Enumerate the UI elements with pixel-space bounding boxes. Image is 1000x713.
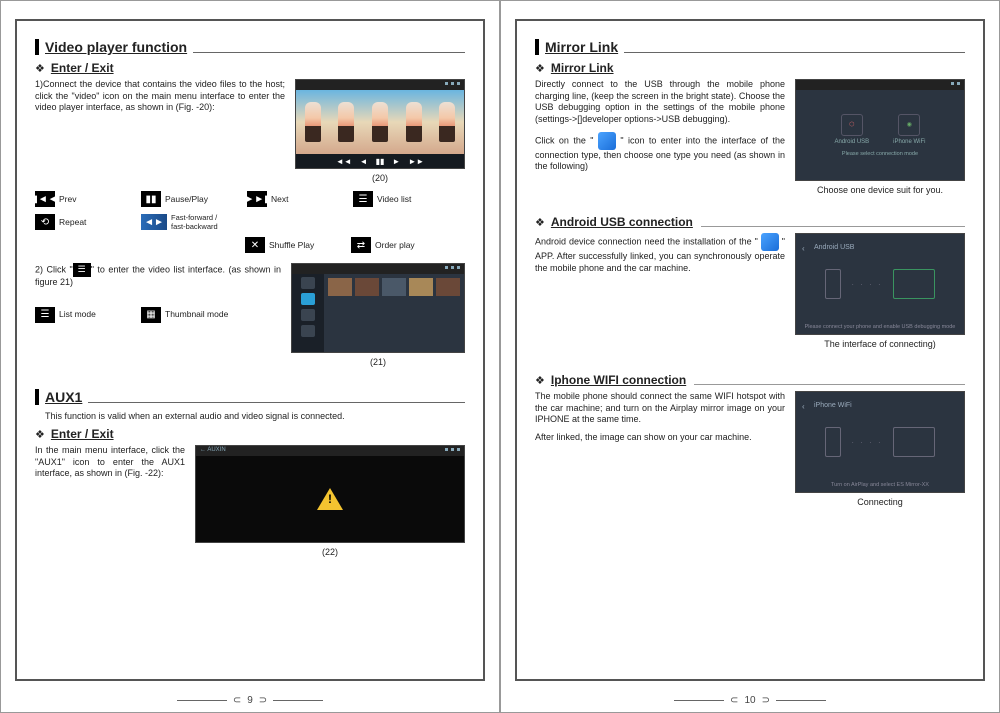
video-controls-bar: ◄◄◄▮▮►►► xyxy=(296,154,464,168)
list-inline-icon: ☰ xyxy=(73,263,91,277)
list-icon: ☰ xyxy=(353,191,373,207)
thumbmode-label: Thumbnail mode xyxy=(165,309,228,320)
page-left: Video player function ❖ Enter / Exit 1)C… xyxy=(0,0,500,713)
android-usb-screenshot: ‹ Android USB · · · · Please connect you… xyxy=(795,233,965,335)
section-video-player: Video player function xyxy=(35,39,465,55)
ff-label: Fast-forward / fast-backward xyxy=(171,213,231,231)
aux-desc: This function is valid when an external … xyxy=(45,411,465,421)
caption-22: (22) xyxy=(195,547,465,557)
iphone-wifi-screenshot: ‹ iPhone WiFi · · · · Turn on AirPlay an… xyxy=(795,391,965,493)
back-icon: ‹ xyxy=(802,244,805,253)
page-spread: Video player function ❖ Enter / Exit 1)C… xyxy=(0,0,1000,713)
caption-choose-device: Choose one device suit for you. xyxy=(795,185,965,195)
bullet-icon: ❖ xyxy=(535,374,545,387)
section-title-aux: AUX1 xyxy=(45,389,82,405)
section-mirror-link: Mirror Link xyxy=(535,39,965,55)
page-number-right: ⊂ 10 ⊃ xyxy=(501,691,999,712)
section-title: Mirror Link xyxy=(545,39,618,55)
subheader-aux-enter: ❖ Enter / Exit xyxy=(35,427,465,441)
screen-icon xyxy=(893,269,935,299)
caption-android: The interface of connecting) xyxy=(795,339,965,349)
thumbmode-icon: ▦ xyxy=(141,307,161,323)
ff-icon: ◄► xyxy=(141,214,167,230)
fig-21-screenshot xyxy=(291,263,465,353)
phone-icon xyxy=(825,269,841,299)
app-icon xyxy=(761,233,779,251)
listmode-label: List mode xyxy=(59,309,96,320)
prev-icon: ▮◄◄ xyxy=(35,191,55,207)
warning-icon: ! xyxy=(317,488,343,510)
iphone-para1: The mobile phone should connect the same… xyxy=(535,391,785,426)
bullet-icon: ❖ xyxy=(35,428,45,441)
subheader-iphone-wifi: ❖ Iphone WIFI connection xyxy=(535,373,965,387)
caption-21: (21) xyxy=(291,357,465,367)
iphone-para2: After linked, the image can show on your… xyxy=(535,432,785,444)
back-icon: ‹ xyxy=(802,402,805,411)
iphone-title: iPhone WiFi xyxy=(814,402,852,409)
pause-label: Pause/Play xyxy=(165,194,208,204)
subheader-android-usb: ❖ Android USB connection xyxy=(535,215,965,229)
order-label: Order play xyxy=(375,240,415,250)
app-icon xyxy=(598,132,616,150)
section-title: Video player function xyxy=(45,39,187,55)
iphone-option-icon: ◉ xyxy=(898,114,920,136)
subheader-text: Enter / Exit xyxy=(51,427,114,441)
mirror-select-screenshot: ⬡Android USB ◉iPhone WiFi Please select … xyxy=(795,79,965,181)
mirror-para1: Directly connect to the USB through the … xyxy=(535,79,785,126)
caption-iphone: Connecting xyxy=(795,497,965,507)
screen-icon xyxy=(893,427,935,457)
iphone-footer: Turn on AirPlay and select ES Mirror-XX xyxy=(796,482,964,488)
next-label: Next xyxy=(271,194,288,204)
listmode-icon: ☰ xyxy=(35,307,55,323)
repeat-icon: ⟲ xyxy=(35,214,55,230)
android-title: Android USB xyxy=(814,244,854,251)
subheader-text: Mirror Link xyxy=(551,61,614,75)
page-right: Mirror Link ❖ Mirror Link Directly conne… xyxy=(500,0,1000,713)
aux-para: In the main menu interface, click the "A… xyxy=(35,445,185,557)
android-option-icon: ⬡ xyxy=(841,114,863,136)
caption-20: (20) xyxy=(295,173,465,183)
mirror-para2: Click on the " " icon to enter into the … xyxy=(535,132,785,173)
fig-22-screenshot: ← AUXIN ! xyxy=(195,445,465,543)
para-connect-device: 1)Connect the device that contains the v… xyxy=(35,79,285,183)
subheader-text: Iphone WIFI connection xyxy=(551,373,686,387)
bullet-icon: ❖ xyxy=(535,216,545,229)
subheader-text: Android USB connection xyxy=(551,215,693,229)
list-label: Video list xyxy=(377,194,411,204)
bullet-icon: ❖ xyxy=(35,62,45,75)
bullet-icon: ❖ xyxy=(535,62,545,75)
shuffle-icon: ✕ xyxy=(245,237,265,253)
repeat-label: Repeat xyxy=(59,217,86,227)
android-footer: Please connect your phone and enable USB… xyxy=(796,324,964,330)
pause-icon: ▮▮ xyxy=(141,191,161,207)
page-number-left: ⊂ 9 ⊃ xyxy=(1,691,499,712)
section-aux1: AUX1 xyxy=(35,389,465,405)
android-para: Android device connection need the insta… xyxy=(535,233,785,349)
phone-icon xyxy=(825,427,841,457)
prev-label: Prev xyxy=(59,194,76,204)
shuffle-label: Shuffle Play xyxy=(269,240,314,250)
para-click-list: 2) Click "☰" to enter the video list int… xyxy=(35,263,281,367)
subheader-enter-exit: ❖ Enter / Exit xyxy=(35,61,465,75)
video-icon-legend: ▮◄◄ Prev ▮▮ Pause/Play ►►▮ Next ☰ Video list… xyxy=(35,191,465,253)
fig-20-screenshot: ◄◄◄▮▮►►► xyxy=(295,79,465,169)
order-icon: ⇄ xyxy=(351,237,371,253)
subheader-text: Enter / Exit xyxy=(51,61,114,75)
subheader-mirror-link: ❖ Mirror Link xyxy=(535,61,965,75)
next-icon: ►►▮ xyxy=(247,191,267,207)
